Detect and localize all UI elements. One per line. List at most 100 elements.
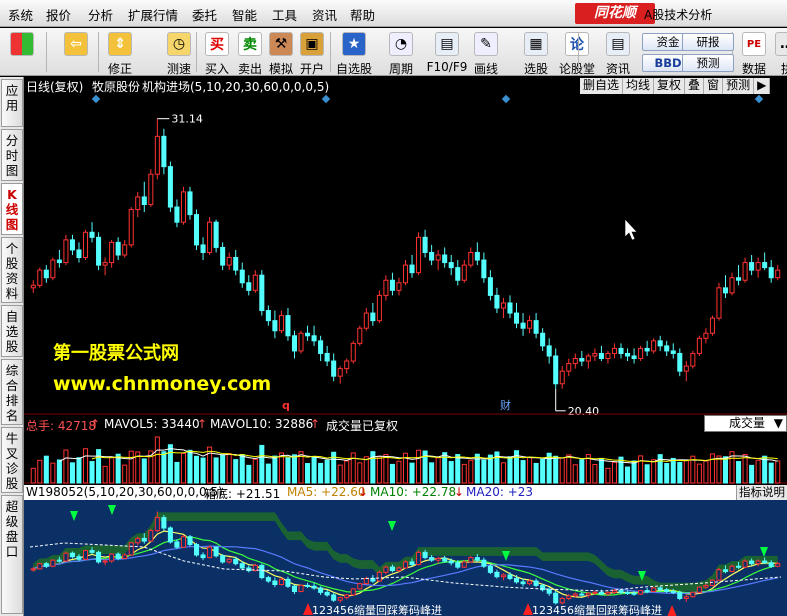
candle-body[interactable] [200,244,206,253]
candle-body[interactable] [749,262,755,271]
candle-body[interactable] [416,236,422,274]
chart-button-5[interactable]: 预测 [723,78,755,94]
candle-body[interactable] [318,340,324,354]
candle-body[interactable] [154,135,160,175]
candle-body[interactable] [344,360,350,370]
candle-body[interactable] [89,231,95,238]
candle-body[interactable] [194,214,200,246]
candle-body[interactable] [500,302,506,309]
menu-item-2[interactable]: 分析 [88,5,113,24]
candle-body[interactable] [585,355,591,362]
candle-body[interactable] [487,277,493,296]
menu-item-4[interactable]: 委托 [192,5,217,24]
candle-body[interactable] [396,282,402,291]
marker-q[interactable]: q [282,399,290,412]
candle-body[interactable] [461,264,467,281]
candle-body[interactable] [115,241,121,256]
formula-label[interactable]: 机构进场(5,10,20,30,60,0,0,0,5) [142,78,329,95]
toolbar-button-screen[interactable]: ▦ 选股 [516,30,556,76]
candle-body[interactable] [651,340,657,352]
candle-body[interactable] [755,262,761,271]
candle-body[interactable] [43,269,49,279]
mini-button-3[interactable]: 预测 [682,54,734,72]
candle-body[interactable] [709,317,715,334]
marker-cai[interactable]: 财 [500,398,511,412]
candle-body[interactable] [762,262,768,269]
candle-body[interactable] [540,332,546,347]
candle-body[interactable] [722,287,729,294]
candle-body[interactable] [291,335,298,352]
menu-item-1[interactable]: 报价 [46,5,71,24]
candle-body[interactable] [520,322,526,329]
candle-body[interactable] [128,209,134,246]
toolbar-button-buy[interactable]: 买买入 [200,30,234,76]
candle-body[interactable] [448,262,454,269]
chart-button-6[interactable]: ▶ [754,78,771,94]
candle-body[interactable] [513,312,520,324]
candle-body[interactable] [605,352,611,360]
candle-body[interactable] [474,251,480,261]
candle-body[interactable] [226,257,232,266]
candle-body[interactable] [677,352,683,372]
candle-body[interactable] [135,196,141,211]
event-marker-icon[interactable] [754,94,764,104]
candle-body[interactable] [298,332,304,352]
candle-body[interactable] [703,332,709,339]
toolbar-button-news[interactable]: ▤ 资讯 [600,30,636,76]
candle-body[interactable] [402,264,409,284]
candle-body[interactable] [455,267,461,281]
toolbar-button-hammer[interactable]: ⚒ 模拟 [264,30,298,76]
candle-body[interactable] [775,269,781,279]
candle-body[interactable] [122,244,128,256]
candle-body[interactable] [598,352,604,360]
candle-body[interactable] [670,350,676,354]
toolbar-button-f10[interactable]: ▤ F10/F9 [422,30,472,74]
candle-body[interactable] [337,368,343,377]
candle-body[interactable] [213,221,219,248]
candle-body[interactable] [272,320,278,332]
candle-body[interactable] [618,347,624,354]
candle-body[interactable] [239,269,245,284]
candle-body[interactable] [82,231,89,259]
candle-body[interactable] [278,315,284,332]
candle-body[interactable] [690,352,696,367]
candle-body[interactable] [37,269,43,286]
candle-body[interactable] [259,274,265,312]
candle-body[interactable] [546,345,552,357]
candle-body[interactable] [63,239,69,264]
candle-body[interactable] [442,254,448,264]
toolbar-button-more[interactable]: …拱 [772,30,787,76]
mini-button-1[interactable]: 研报 [682,33,734,51]
toolbar-button-windows-logo[interactable] [4,30,40,74]
candle-body[interactable] [683,365,689,372]
candle-body[interactable] [167,166,173,208]
candle-body[interactable] [625,352,631,357]
candle-body[interactable] [742,262,748,281]
candle-body[interactable] [592,352,598,357]
toolbar-button-pencil[interactable]: ✎ 画线 [466,30,506,76]
candle-body[interactable] [638,347,644,360]
candle-body[interactable] [69,239,75,251]
candle-body[interactable] [579,358,585,362]
chart-button-2[interactable]: 复权 [654,78,686,94]
side-tab-0[interactable]: 应用 [1,79,23,127]
candle-body[interactable] [736,277,742,281]
indicator-formula[interactable]: W198052(5,10,20,30,60,0,0,0,5) [26,485,223,499]
candle-body[interactable] [664,345,670,352]
candle-body[interactable] [265,310,271,322]
candle-body[interactable] [468,251,474,266]
menu-item-7[interactable]: 资讯 [312,5,337,24]
candle-body[interactable] [422,236,428,253]
candle-body[interactable] [533,320,539,334]
candle-body[interactable] [76,249,82,259]
candle-body[interactable] [109,241,115,264]
indicator-explain-button[interactable]: 指标说明 [736,485,787,500]
candle-body[interactable] [572,358,578,365]
chart-button-3[interactable]: 叠 [685,78,705,94]
candle-body[interactable] [174,206,180,223]
candle-body[interactable] [553,355,559,385]
candle-body[interactable] [331,360,337,377]
chart-button-4[interactable]: 窗 [704,78,724,94]
candle-body[interactable] [729,277,735,294]
toolbar-button-back-arrow[interactable]: ⇦ [58,30,94,74]
